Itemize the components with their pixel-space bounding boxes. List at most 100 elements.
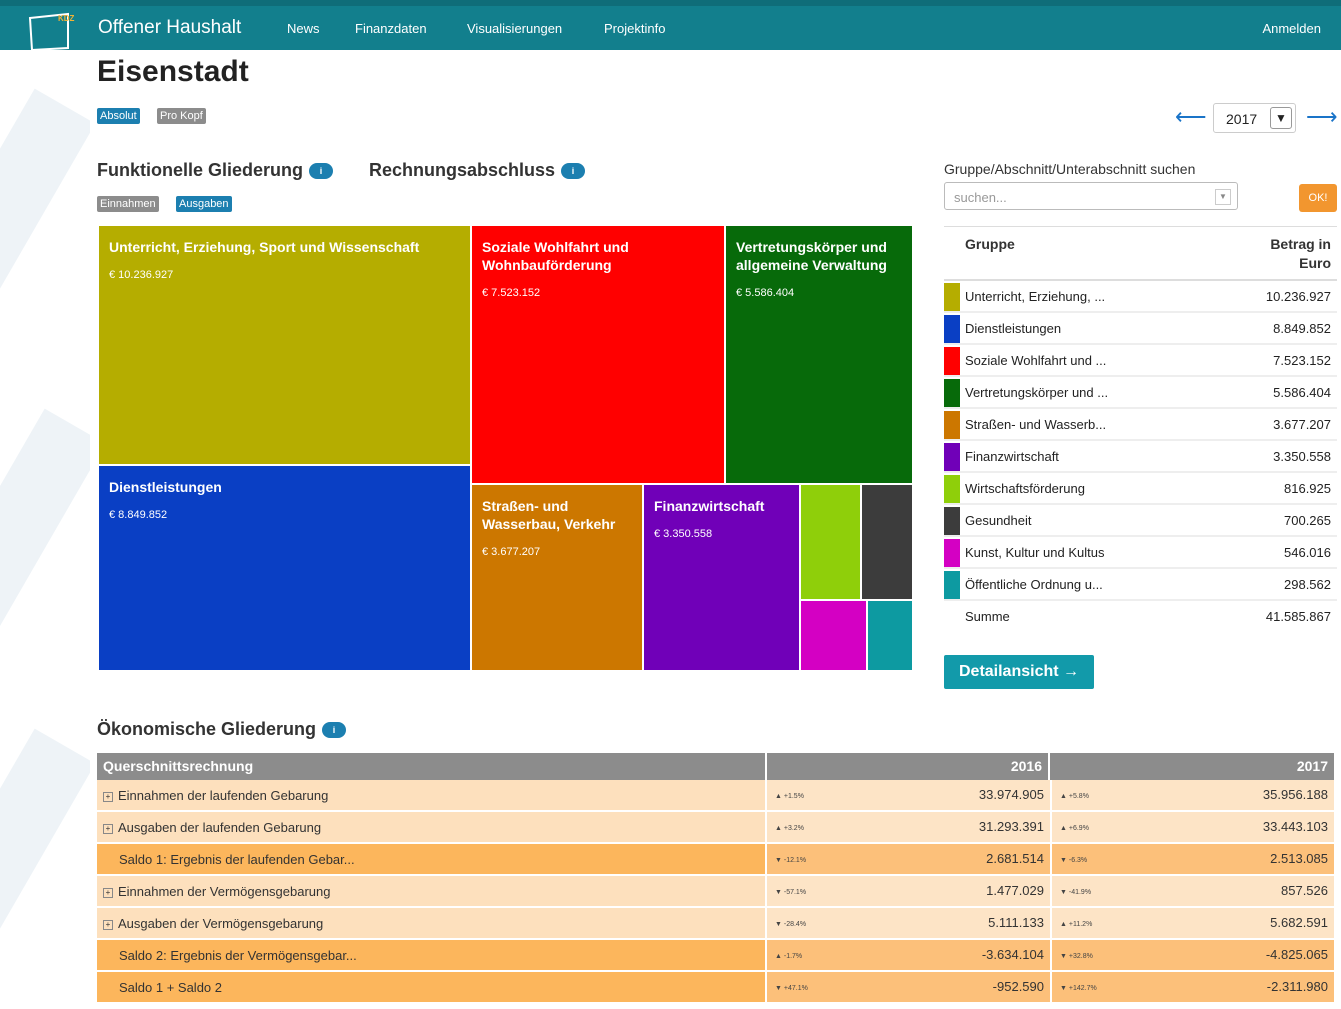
- value-2016: 2.681.514: [986, 851, 1044, 866]
- info-icon[interactable]: i: [322, 722, 347, 738]
- detail-view-button[interactable]: Detailansicht →: [944, 655, 1094, 689]
- info-icon[interactable]: i: [309, 163, 334, 179]
- group-name: Soziale Wohlfahrt und ...: [965, 353, 1107, 368]
- label-cell: + Einnahmen der laufenden Gebarung: [97, 780, 767, 810]
- treemap-tile[interactable]: [800, 600, 867, 671]
- toggle-einnahmen[interactable]: Einnahmen: [97, 196, 159, 212]
- col-2016[interactable]: 2016: [1011, 758, 1042, 774]
- tile-name: Dienstleistungen € 8.849.852: [109, 478, 464, 524]
- value-cell-2016: ▼ -28.4% 5.111.133: [767, 908, 1052, 938]
- ok-button[interactable]: OK!: [1299, 184, 1337, 212]
- tile-name-text: Vertretungskörper und allgemeine Verwalt…: [736, 239, 887, 273]
- sum-amount: 41.585.867: [1265, 609, 1331, 624]
- value-cell-2016: ▼ +47.1% -952.590: [767, 972, 1052, 1002]
- row-label-text: Einnahmen der laufenden Gebarung: [118, 788, 329, 803]
- next-year-arrow-icon[interactable]: ⟶: [1306, 104, 1338, 130]
- treemap-tile[interactable]: Soziale Wohlfahrt und Wohnbauförderung € …: [471, 225, 725, 484]
- page-title: Eisenstadt: [97, 55, 249, 88]
- functional-heading-text: Funktionelle Gliederung: [97, 160, 304, 180]
- trend-2016: ▼ -28.4%: [775, 921, 807, 928]
- group-row[interactable]: Wirtschaftsförderung 816.925: [944, 473, 1337, 505]
- row-label-text: Saldo 1 + Saldo 2: [119, 980, 222, 995]
- economic-row[interactable]: + Ausgaben der Vermögensgebarung ▼ -28.4% 5…: [97, 908, 1334, 939]
- login-link[interactable]: Anmelden: [1262, 21, 1321, 36]
- group-row[interactable]: Finanzwirtschaft 3.350.558: [944, 441, 1337, 473]
- expand-icon[interactable]: +: [103, 824, 113, 834]
- search-input[interactable]: suchen... ▼: [944, 182, 1238, 210]
- trend-2017: ▲ +6.9%: [1060, 825, 1089, 832]
- year-select[interactable]: 2017 ▼: [1213, 103, 1296, 133]
- group-row[interactable]: Straßen- und Wasserb... 3.677.207: [944, 409, 1337, 441]
- info-icon[interactable]: i: [561, 163, 586, 179]
- treemap-tile[interactable]: Straßen- und Wasserbau, Verkehr € 3.677.2…: [471, 484, 643, 671]
- nav-news[interactable]: News: [287, 21, 320, 36]
- background-decoration: [0, 50, 90, 1009]
- trend-2016: ▲ -1.7%: [775, 953, 803, 960]
- value-cell-2016: ▲ -1.7% -3.634.104: [767, 940, 1052, 970]
- col-2016-cell: 2016: [765, 753, 1050, 780]
- col-2017[interactable]: 2017: [1297, 758, 1328, 774]
- group-name: Unterricht, Erziehung, ...: [965, 289, 1106, 304]
- row-label-text: Ausgaben der Vermögensgebarung: [118, 916, 324, 931]
- group-row[interactable]: Öffentliche Ordnung u... 298.562: [944, 569, 1337, 601]
- value-cell-2017: ▼ -41.9% 857.526: [1052, 876, 1334, 906]
- tile-name-text: Soziale Wohlfahrt und Wohnbauförderung: [482, 239, 629, 273]
- treemap-tile[interactable]: [867, 600, 913, 671]
- prev-year-arrow-icon[interactable]: ⟵: [1175, 104, 1207, 130]
- economic-row[interactable]: + Ausgaben der laufenden Gebarung ▲ +3.2% 3…: [97, 812, 1334, 843]
- tile-value: € 3.350.558: [654, 528, 713, 540]
- toggle-pro-kopf[interactable]: Pro Kopf: [157, 108, 206, 124]
- economic-row[interactable]: + Einnahmen der laufenden Gebarung ▲ +1.5%…: [97, 780, 1334, 811]
- treemap-tile[interactable]: Finanzwirtschaft € 3.350.558: [643, 484, 800, 671]
- value-2017: 35.956.188: [1262, 787, 1328, 802]
- group-name: Öffentliche Ordnung u...: [965, 577, 1103, 592]
- col-euro: Euro: [1299, 255, 1331, 271]
- tile-value: € 7.523.152: [482, 287, 541, 299]
- tile-value: € 10.236.927: [109, 269, 174, 281]
- group-row[interactable]: Dienstleistungen 8.849.852: [944, 313, 1337, 345]
- nav-finanzdaten[interactable]: Finanzdaten: [355, 21, 427, 36]
- functional-heading: Funktionelle Gliederung i: [97, 160, 334, 181]
- toggle-absolut[interactable]: Absolut: [97, 108, 140, 124]
- nav-visualisierungen[interactable]: Visualisierungen: [467, 21, 562, 36]
- row-label: + Ausgaben der laufenden Gebarung: [103, 820, 321, 835]
- group-amount: 5.586.404: [1273, 385, 1331, 400]
- expand-icon[interactable]: +: [103, 920, 113, 930]
- expand-icon[interactable]: +: [103, 888, 113, 898]
- brand-link[interactable]: Offener Haushalt: [98, 17, 241, 39]
- color-swatch: [944, 411, 960, 439]
- label-cell: Saldo 2: Ergebnis der Vermögensgebar...: [97, 940, 767, 970]
- group-row[interactable]: Soziale Wohlfahrt und ... 7.523.152: [944, 345, 1337, 377]
- color-swatch: [944, 443, 960, 471]
- group-row[interactable]: Kunst, Kultur und Kultus 546.016: [944, 537, 1337, 569]
- col-betrag: Betrag in: [1270, 236, 1331, 252]
- group-row[interactable]: Gesundheit 700.265: [944, 505, 1337, 537]
- treemap-tile[interactable]: Unterricht, Erziehung, Sport und Wissens…: [98, 225, 471, 465]
- treemap-tile[interactable]: [861, 484, 913, 600]
- chevron-down-icon[interactable]: ▼: [1215, 189, 1231, 205]
- group-row[interactable]: Unterricht, Erziehung, ... 10.236.927: [944, 281, 1337, 313]
- color-swatch: [944, 347, 960, 375]
- col-gruppe: Gruppe: [965, 236, 1015, 252]
- treemap-tile[interactable]: Dienstleistungen € 8.849.852: [98, 465, 471, 671]
- sum-label: Summe: [965, 609, 1010, 624]
- group-row[interactable]: Vertretungskörper und ... 5.586.404: [944, 377, 1337, 409]
- value-2016: 33.974.905: [978, 787, 1044, 802]
- nav-projektinfo[interactable]: Projektinfo: [604, 21, 665, 36]
- row-label: + Einnahmen der Vermögensgebarung: [103, 884, 330, 899]
- trend-2017: ▼ +32.8%: [1060, 953, 1093, 960]
- group-table-header: Gruppe Betrag in Euro: [944, 226, 1337, 281]
- trend-2017: ▲ +5.8%: [1060, 793, 1089, 800]
- treemap-tile[interactable]: Vertretungskörper und allgemeine Verwalt…: [725, 225, 913, 484]
- row-label-text: Ausgaben der laufenden Gebarung: [118, 820, 322, 835]
- economic-row[interactable]: + Einnahmen der Vermögensgebarung ▼ -57.1%…: [97, 876, 1334, 907]
- chevron-down-icon[interactable]: ▼: [1270, 107, 1292, 129]
- treemap-tile[interactable]: [800, 484, 861, 600]
- value-cell-2016: ▲ +1.5% 33.974.905: [767, 780, 1052, 810]
- tile-name: Straßen- und Wasserbau, Verkehr € 3.677.2…: [482, 497, 636, 561]
- toggle-ausgaben[interactable]: Ausgaben: [176, 196, 232, 212]
- expand-icon[interactable]: +: [103, 792, 113, 802]
- group-table: Gruppe Betrag in Euro Unterricht, Erzieh…: [944, 226, 1337, 631]
- tile-name-text: Straßen- und Wasserbau, Verkehr: [482, 498, 616, 532]
- color-swatch: [944, 379, 960, 407]
